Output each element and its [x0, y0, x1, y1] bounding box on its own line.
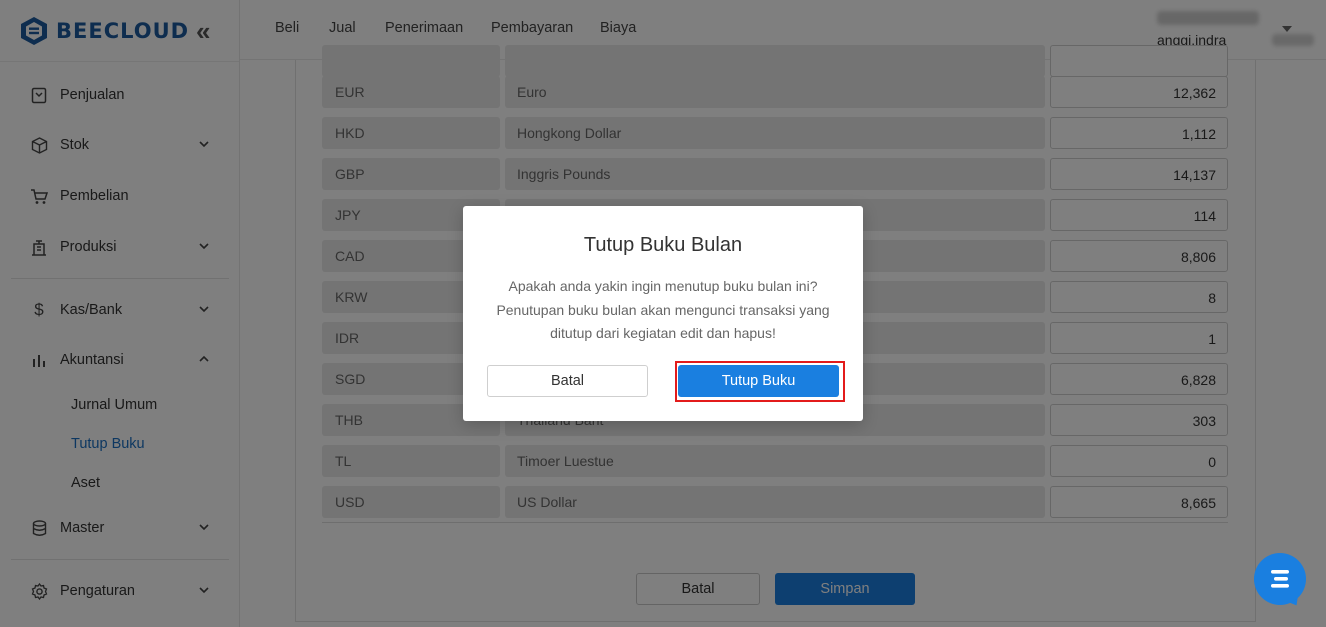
dialog-message-line: ditutup dari kegiatan edit dan hapus!	[550, 325, 776, 341]
chat-lines-icon	[1271, 570, 1289, 588]
dialog-title: Tutup Buku Bulan	[583, 234, 743, 256]
close-books-dialog: Tutup Buku Bulan Apakah anda yakin ingin…	[463, 206, 863, 421]
dialog-message-line: Penutupan buku bulan akan mengunci trans…	[496, 301, 830, 318]
chat-support-button[interactable]	[1254, 553, 1306, 605]
dialog-cancel-button[interactable]: Batal	[487, 365, 648, 397]
dialog-message: Apakah anda yakin ingin menutup buku bul…	[488, 275, 838, 346]
dialog-confirm-close-books-button[interactable]: Tutup Buku	[678, 365, 839, 397]
dialog-message-line: Apakah anda yakin ingin menutup buku bul…	[508, 278, 818, 294]
